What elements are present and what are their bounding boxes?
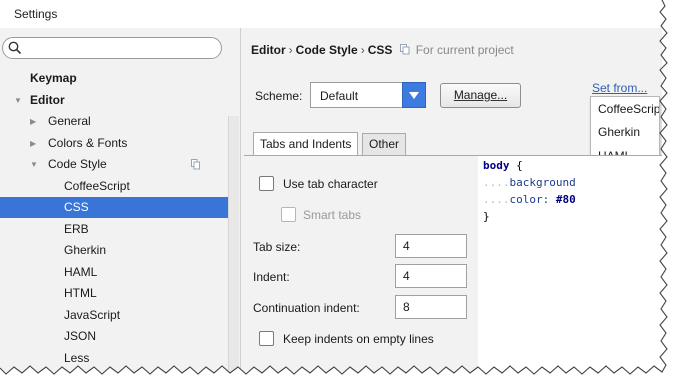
collapsed-arrow-icon[interactable]: ▶ xyxy=(30,111,36,132)
code-property: color: xyxy=(509,193,556,206)
sidebar-item-haml[interactable]: HAML xyxy=(0,262,228,283)
title-bar: Settings xyxy=(0,0,662,28)
sidebar-item-label: JavaScript xyxy=(64,307,121,322)
sidebar-item-label: Code Style xyxy=(48,157,107,171)
expanded-arrow-icon[interactable]: ▼ xyxy=(14,90,22,111)
breadcrumb: Editor › Code Style › CSS For current projec… xyxy=(251,43,514,58)
tab-other[interactable]: Other xyxy=(362,133,407,156)
settings-window: Settings Keymap ▼ Editor ▶ General ▶ Colors & … xyxy=(0,0,662,372)
keep-indents-label: Keep indents on empty lines xyxy=(283,332,434,346)
code-value: #80 xyxy=(555,193,576,206)
continuation-indent-field[interactable]: 8 xyxy=(395,295,467,319)
set-from-option-gherkin[interactable]: Gherkin xyxy=(598,125,640,139)
tab-size-label: Tab size: xyxy=(253,240,301,254)
continuation-indent-label: Continuation indent: xyxy=(253,301,360,315)
sidebar-item-label: JSON xyxy=(64,329,97,343)
code-preview: body { ....background ....color: #80 } xyxy=(478,155,662,372)
collapsed-arrow-icon[interactable]: ▶ xyxy=(30,133,36,154)
code-selector: body xyxy=(483,159,510,172)
sidebar-item-erb[interactable]: ERB xyxy=(0,219,228,240)
code-line: body { xyxy=(483,159,523,172)
search-icon xyxy=(8,41,22,55)
sidebar-item-label: Gherkin xyxy=(64,243,107,257)
sidebar-item-javascript[interactable]: JavaScript xyxy=(0,305,228,326)
use-tab-character-label: Use tab character xyxy=(283,177,378,191)
chevron-down-icon xyxy=(409,92,419,99)
sidebar-item-code-style[interactable]: ▼ Code Style xyxy=(0,154,228,175)
sidebar-item-general[interactable]: ▶ General xyxy=(0,111,228,132)
sidebar-item-keymap[interactable]: Keymap xyxy=(0,68,228,89)
sidebar-item-less[interactable]: Less xyxy=(0,348,228,369)
scheme-value: Default xyxy=(320,89,359,103)
scheme-label: Scheme: xyxy=(255,89,303,103)
sidebar-item-coffeescript[interactable]: CoffeeScript xyxy=(0,176,228,197)
breadcrumb-separator: › xyxy=(360,43,365,57)
scheme-select[interactable]: Default xyxy=(310,82,426,108)
tab-tabs-and-indents[interactable]: Tabs and Indents xyxy=(253,132,359,157)
code-indent-dots: .... xyxy=(483,193,510,206)
sidebar-item-colors-fonts[interactable]: ▶ Colors & Fonts xyxy=(0,133,228,154)
set-from-option-coffeescript[interactable]: CoffeeScript xyxy=(598,102,659,116)
project-copy-icon xyxy=(399,44,410,58)
code-indent-dots: .... xyxy=(483,176,510,189)
sidebar-item-label: CoffeeScript xyxy=(64,178,130,193)
sidebar-item-css[interactable]: CSS xyxy=(0,197,228,218)
tab-size-field[interactable]: 4 xyxy=(395,234,467,258)
sidebar-item-json[interactable]: JSON xyxy=(0,326,228,347)
scheme-dropdown-button[interactable] xyxy=(402,82,426,108)
indent-label: Indent: xyxy=(253,270,290,284)
code-line: ....color: #80 xyxy=(483,193,576,206)
code-line: } xyxy=(483,210,490,223)
search-input[interactable] xyxy=(2,37,222,59)
breadcrumb-css: CSS xyxy=(367,43,393,57)
sidebar-item-gherkin[interactable]: Gherkin xyxy=(0,240,228,261)
code-line: ....background xyxy=(483,176,576,189)
copy-icon xyxy=(191,159,200,170)
expanded-arrow-icon[interactable]: ▼ xyxy=(30,154,38,175)
indent-field[interactable]: 4 xyxy=(395,264,467,288)
window-title: Settings xyxy=(14,7,58,21)
smart-tabs-checkbox[interactable] xyxy=(281,207,296,222)
sidebar-item-label: Keymap xyxy=(30,71,77,85)
breadcrumb-editor: Editor xyxy=(251,43,286,57)
settings-sidebar: Keymap ▼ Editor ▶ General ▶ Colors & Fonts ▼ Cod… xyxy=(0,28,241,372)
use-tab-character-checkbox[interactable] xyxy=(259,176,274,191)
sidebar-item-label: HAML xyxy=(64,264,98,279)
breadcrumb-separator: › xyxy=(288,43,293,57)
sidebar-item-label: Less xyxy=(64,350,90,365)
smart-tabs-label: Smart tabs xyxy=(303,208,362,222)
sidebar-item-editor[interactable]: ▼ Editor xyxy=(0,90,228,111)
code-brace: } xyxy=(483,210,490,223)
breadcrumb-code-style: Code Style xyxy=(295,43,358,57)
manage-button[interactable]: Manage... xyxy=(440,83,521,108)
keep-indents-checkbox[interactable] xyxy=(259,331,274,346)
sidebar-item-label: ERB xyxy=(64,221,89,236)
tabs-and-indents-panel: Use tab character Smart tabs Tab size: 4… xyxy=(244,155,478,372)
sidebar-item-label: Colors & Fonts xyxy=(48,135,128,150)
sidebar-item-label: General xyxy=(48,114,91,128)
sidebar-item-label: HTML xyxy=(64,286,97,300)
sidebar-scrollbar[interactable] xyxy=(228,116,239,372)
set-from-link[interactable]: Set from... xyxy=(592,81,647,95)
code-property: background xyxy=(509,176,576,189)
sidebar-item-label: CSS xyxy=(64,200,89,214)
code-brace: { xyxy=(509,159,523,172)
sidebar-item-label: Editor xyxy=(30,92,65,107)
sidebar-item-html[interactable]: HTML xyxy=(0,283,228,304)
project-scope-note: For current project xyxy=(415,43,514,57)
